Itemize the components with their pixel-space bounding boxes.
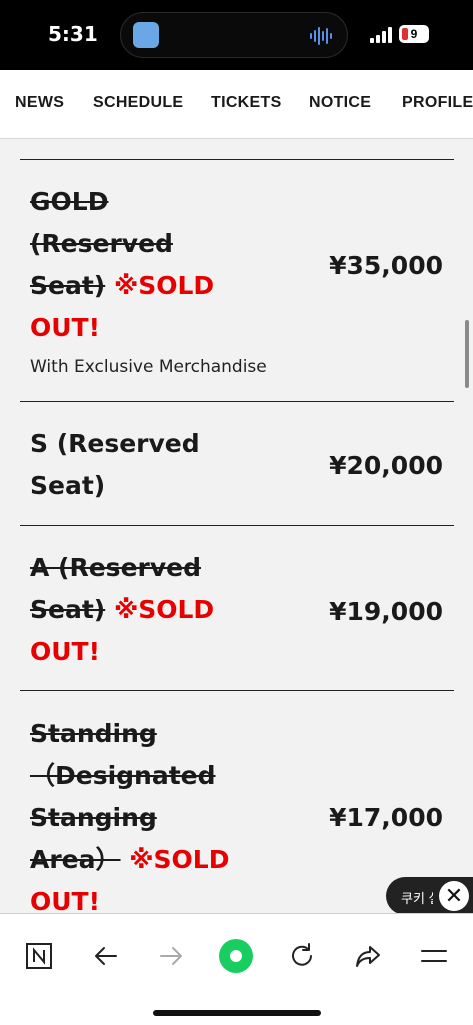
ticket-name: S (Reserved Seat) [30, 423, 280, 507]
ticket-name-line: Area） [30, 845, 121, 874]
ticket-name: A (Reserved Seat) ※SOLD OUT! [30, 547, 280, 673]
status-bar: 5:31 9 [0, 0, 473, 70]
ticket-price: ¥35,000 [329, 251, 443, 280]
menu-icon[interactable] [416, 938, 452, 974]
green-dot-icon[interactable] [218, 938, 254, 974]
ticket-name: GOLD (Reserved Seat) ※SOLD OUT! [30, 181, 280, 349]
divider [20, 690, 454, 691]
ticket-note: With Exclusive Merchandise [30, 357, 267, 377]
cookie-settings-popup[interactable]: 쿠키 설정 ✕ [386, 877, 473, 915]
cellular-signal-icon [370, 27, 392, 43]
share-icon[interactable] [350, 938, 386, 974]
ticket-name-line: S (Reserved [30, 429, 200, 458]
close-icon[interactable]: ✕ [439, 881, 469, 911]
ticket-name-line: Seat) [30, 595, 106, 624]
ticket-price-list: GOLD (Reserved Seat) ※SOLD OUT! With Exc… [0, 139, 473, 913]
cookie-settings-label[interactable]: 쿠키 설정 [401, 888, 433, 907]
nav-news[interactable]: NEWS [15, 94, 64, 112]
ticket-name-line: (Reserved [30, 229, 173, 258]
ticket-name-line: Stanging [30, 803, 157, 832]
status-time: 5:31 [48, 22, 98, 46]
ticket-name-line: （Designated [30, 761, 216, 790]
naver-n-icon[interactable] [21, 938, 57, 974]
audio-wave-icon [310, 27, 332, 45]
divider [20, 159, 454, 160]
divider [20, 525, 454, 526]
ticket-price: ¥17,000 [329, 803, 443, 832]
divider [20, 401, 454, 402]
ticket-name-line: Seat) [30, 471, 106, 500]
ticket-name: Standing （Designated Stanging Area） ※SOL… [30, 713, 280, 913]
reload-icon[interactable] [284, 938, 320, 974]
nav-schedule[interactable]: SCHEDULE [93, 94, 183, 112]
dynamic-island [120, 12, 348, 58]
ticket-price: ¥20,000 [329, 451, 443, 480]
nav-profile[interactable]: PROFILE [402, 94, 473, 112]
browser-toolbar [0, 913, 473, 1025]
battery-icon: 9 [399, 25, 429, 43]
ticket-name-line: GOLD [30, 187, 109, 216]
home-indicator [153, 1010, 321, 1016]
battery-level [402, 28, 408, 40]
battery-percent: 9 [410, 27, 418, 41]
ticket-name-line: A (Reserved [30, 553, 201, 582]
ticket-price: ¥19,000 [329, 597, 443, 626]
nav-notice[interactable]: NOTICE [309, 94, 371, 112]
forward-arrow-icon[interactable] [153, 938, 189, 974]
app-thumbnail-icon [133, 22, 159, 48]
back-arrow-icon[interactable] [88, 938, 124, 974]
scrollbar-thumb[interactable] [465, 320, 469, 388]
nav-tickets[interactable]: TICKETS [211, 94, 282, 112]
ticket-name-line: Seat) [30, 271, 106, 300]
top-navigation: NEWS SCHEDULE TICKETS NOTICE PROFILE [0, 70, 473, 139]
ticket-name-line: Standing [30, 719, 157, 748]
